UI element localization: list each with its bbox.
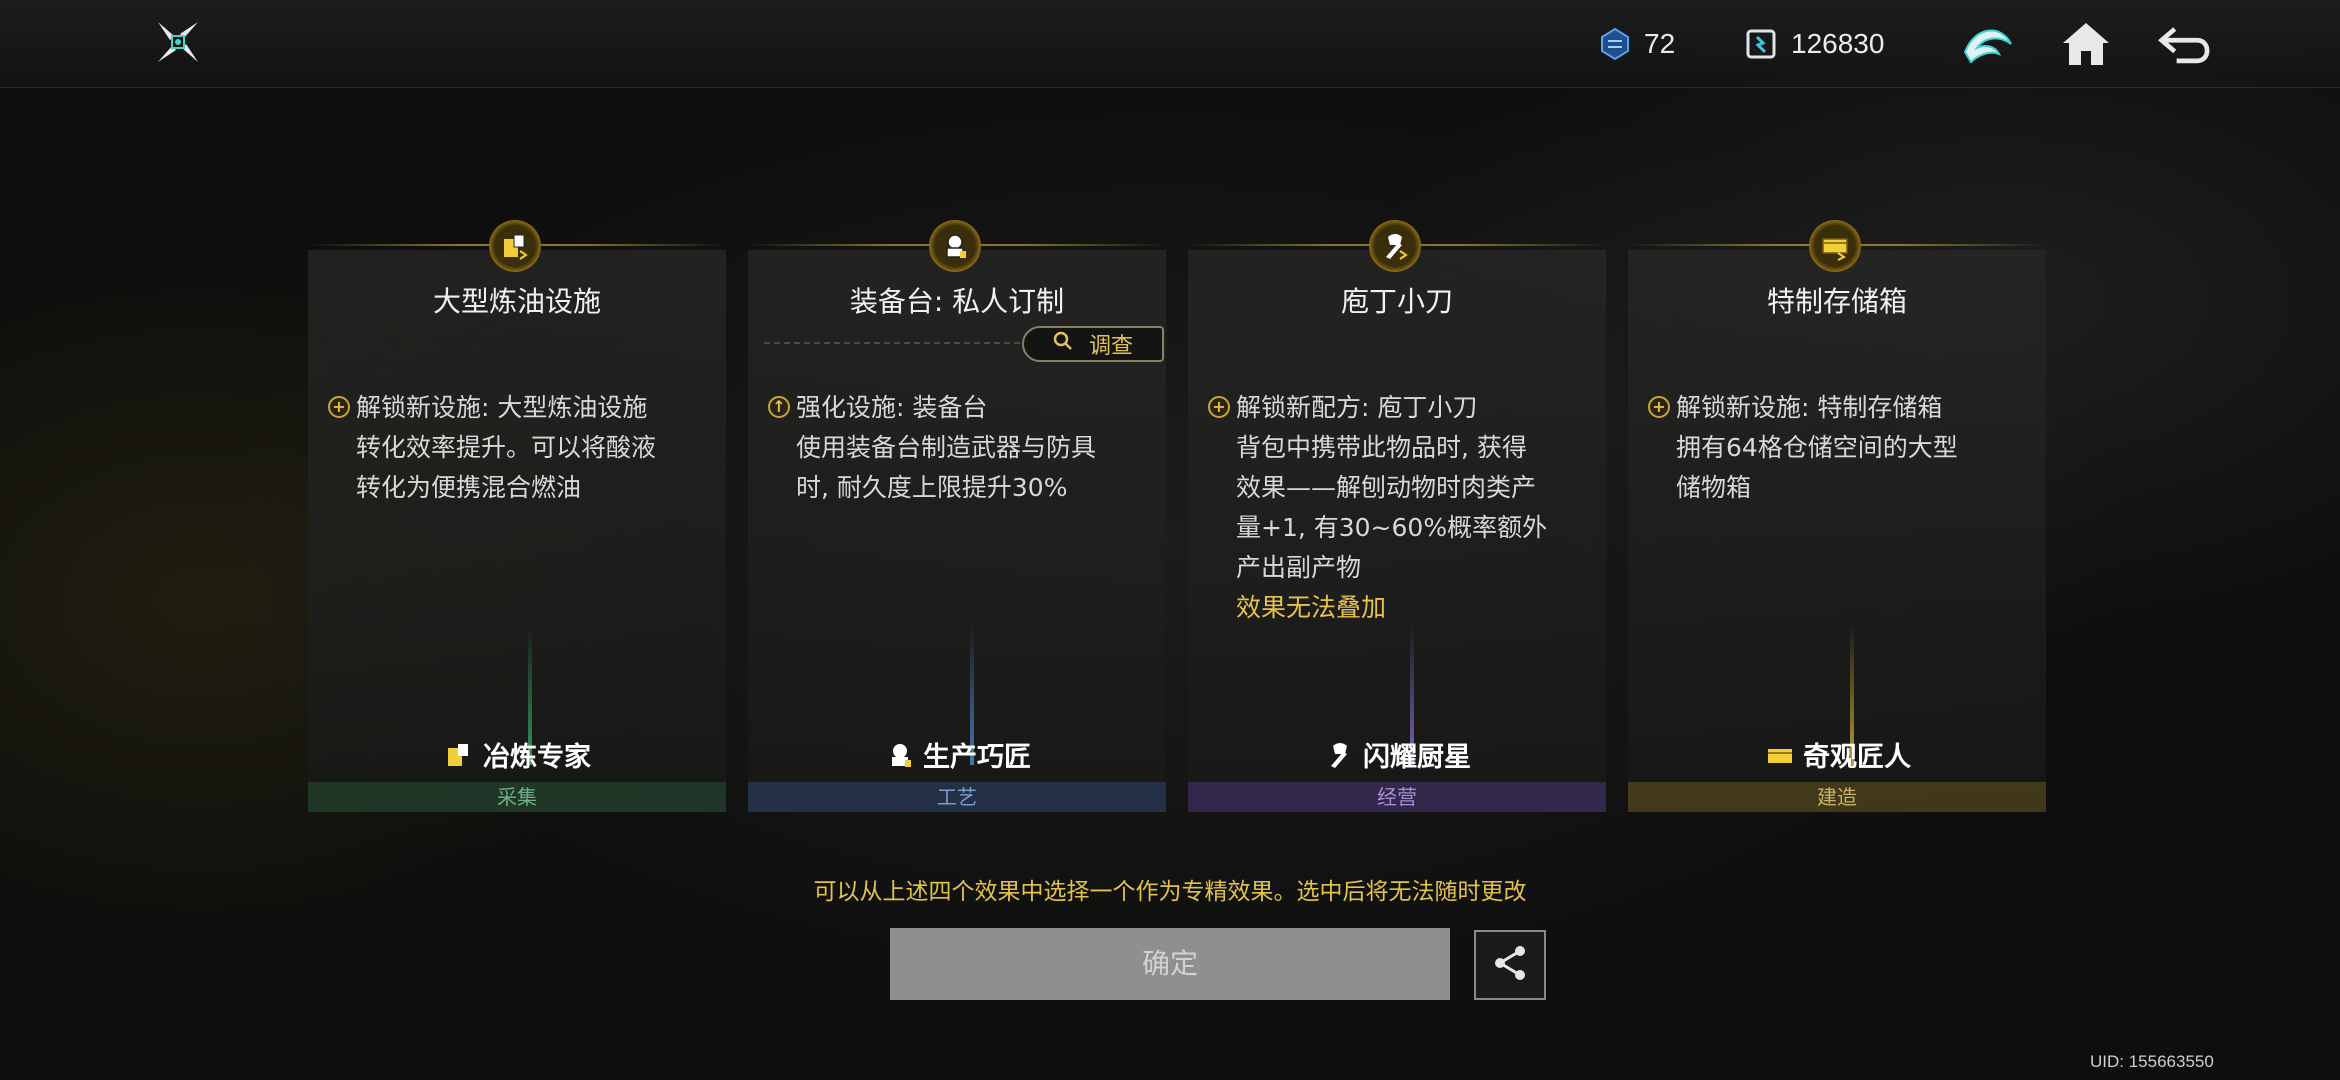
- selection-hint: 可以从上述四个效果中选择一个作为专精效果。选中后将无法随时更改: [813, 879, 1527, 905]
- upgrade-bullet-icon: ↑: [768, 396, 790, 418]
- top-bar: 72 126830: [0, 0, 2340, 88]
- category-tag: 经营: [1188, 782, 1606, 812]
- home-icon[interactable]: [2056, 14, 2116, 74]
- description-line: 转化效率提升。可以将酸液: [356, 433, 657, 462]
- description-line: 产出副产物: [1236, 553, 1362, 582]
- emblem-icon[interactable]: [1958, 14, 2018, 74]
- plus-bullet-icon: +: [1648, 396, 1670, 418]
- description-line: 时, 耐久度上限提升30%: [796, 473, 1068, 502]
- crystal-currency-icon: [1600, 27, 1630, 61]
- card-description: + 解锁新设施: 大型炼油设施 转化效率提升。可以将酸液 转化为便携混合燃油: [328, 388, 657, 508]
- role-label: 生产巧匠: [748, 735, 1166, 774]
- crystal-count: 72: [1644, 28, 1676, 59]
- shuriken-logo-icon[interactable]: [150, 14, 206, 70]
- coin-count: 126830: [1791, 28, 1885, 59]
- role-label: 闪耀厨星: [1188, 735, 1606, 774]
- back-arrow-icon[interactable]: [2156, 14, 2216, 74]
- specialty-card-storage[interactable]: [1628, 250, 2046, 812]
- confirm-button[interactable]: 确定: [890, 928, 1450, 1000]
- builder-role-icon: [1763, 738, 1797, 772]
- investigate-button[interactable]: 调查: [1022, 326, 1164, 362]
- chef-role-icon: [1323, 738, 1357, 772]
- role-label: 奇观匠人: [1628, 735, 2046, 774]
- investigate-label: 调查: [1088, 334, 1133, 359]
- search-icon: [1053, 331, 1073, 357]
- description-line: 量+1, 有30~60%概率额外: [1236, 513, 1548, 542]
- artisan-role-icon: [883, 738, 917, 772]
- card-title: 装备台: 私人订制: [849, 285, 1065, 318]
- description-line: 强化设施: 装备台: [796, 393, 988, 422]
- dashed-divider: [764, 342, 1020, 344]
- card-title: 大型炼油设施: [432, 285, 601, 318]
- description-line: 解锁新设施: 大型炼油设施: [356, 393, 648, 422]
- share-icon: [1490, 943, 1530, 987]
- card-description: + 解锁新配方: 庖丁小刀 背包中携带此物品时, 获得 效果——解刨动物时肉类产…: [1208, 388, 1548, 628]
- plus-bullet-icon: +: [1208, 396, 1230, 418]
- storage-box-icon: [1809, 220, 1861, 272]
- description-line: 使用装备台制造武器与防具: [796, 433, 1097, 462]
- role-label: 冶炼专家: [308, 735, 726, 774]
- category-tag: 建造: [1628, 782, 2046, 812]
- coin-resource: 126830: [1745, 22, 1884, 66]
- card-title: 特制存储箱: [1766, 285, 1907, 318]
- crystal-resource: 72: [1600, 22, 1675, 66]
- description-line: 拥有64格仓储空间的大型: [1676, 433, 1958, 462]
- description-line: 解锁新设施: 特制存储箱: [1676, 393, 1943, 422]
- share-button[interactable]: [1474, 930, 1546, 1000]
- stack-warning: 效果无法叠加: [1236, 593, 1387, 622]
- chef-icon: [1369, 220, 1421, 272]
- user-id: UID: 155663550: [2090, 1052, 2214, 1071]
- specialty-card-refinery[interactable]: [308, 250, 726, 812]
- card-description: ↑ 强化设施: 装备台 使用装备台制造武器与防具 时, 耐久度上限提升30%: [768, 388, 1097, 508]
- description-line: 转化为便携混合燃油: [356, 473, 582, 502]
- description-line: 解锁新配方: 庖丁小刀: [1236, 393, 1478, 422]
- card-title: 庖丁小刀: [1340, 285, 1453, 318]
- description-line: 储物箱: [1676, 473, 1752, 502]
- refinery-icon: [489, 220, 541, 272]
- description-line: 效果——解刨动物时肉类产: [1236, 473, 1537, 502]
- coin-currency-icon: [1745, 28, 1777, 60]
- refinery-role-icon: [443, 738, 477, 772]
- category-tag: 工艺: [748, 782, 1166, 812]
- workbench-icon: [929, 220, 981, 272]
- plus-bullet-icon: +: [328, 396, 350, 418]
- card-description: + 解锁新设施: 特制存储箱 拥有64格仓储空间的大型 储物箱: [1648, 388, 1958, 508]
- description-line: 背包中携带此物品时, 获得: [1236, 433, 1527, 462]
- category-tag: 采集: [308, 782, 726, 812]
